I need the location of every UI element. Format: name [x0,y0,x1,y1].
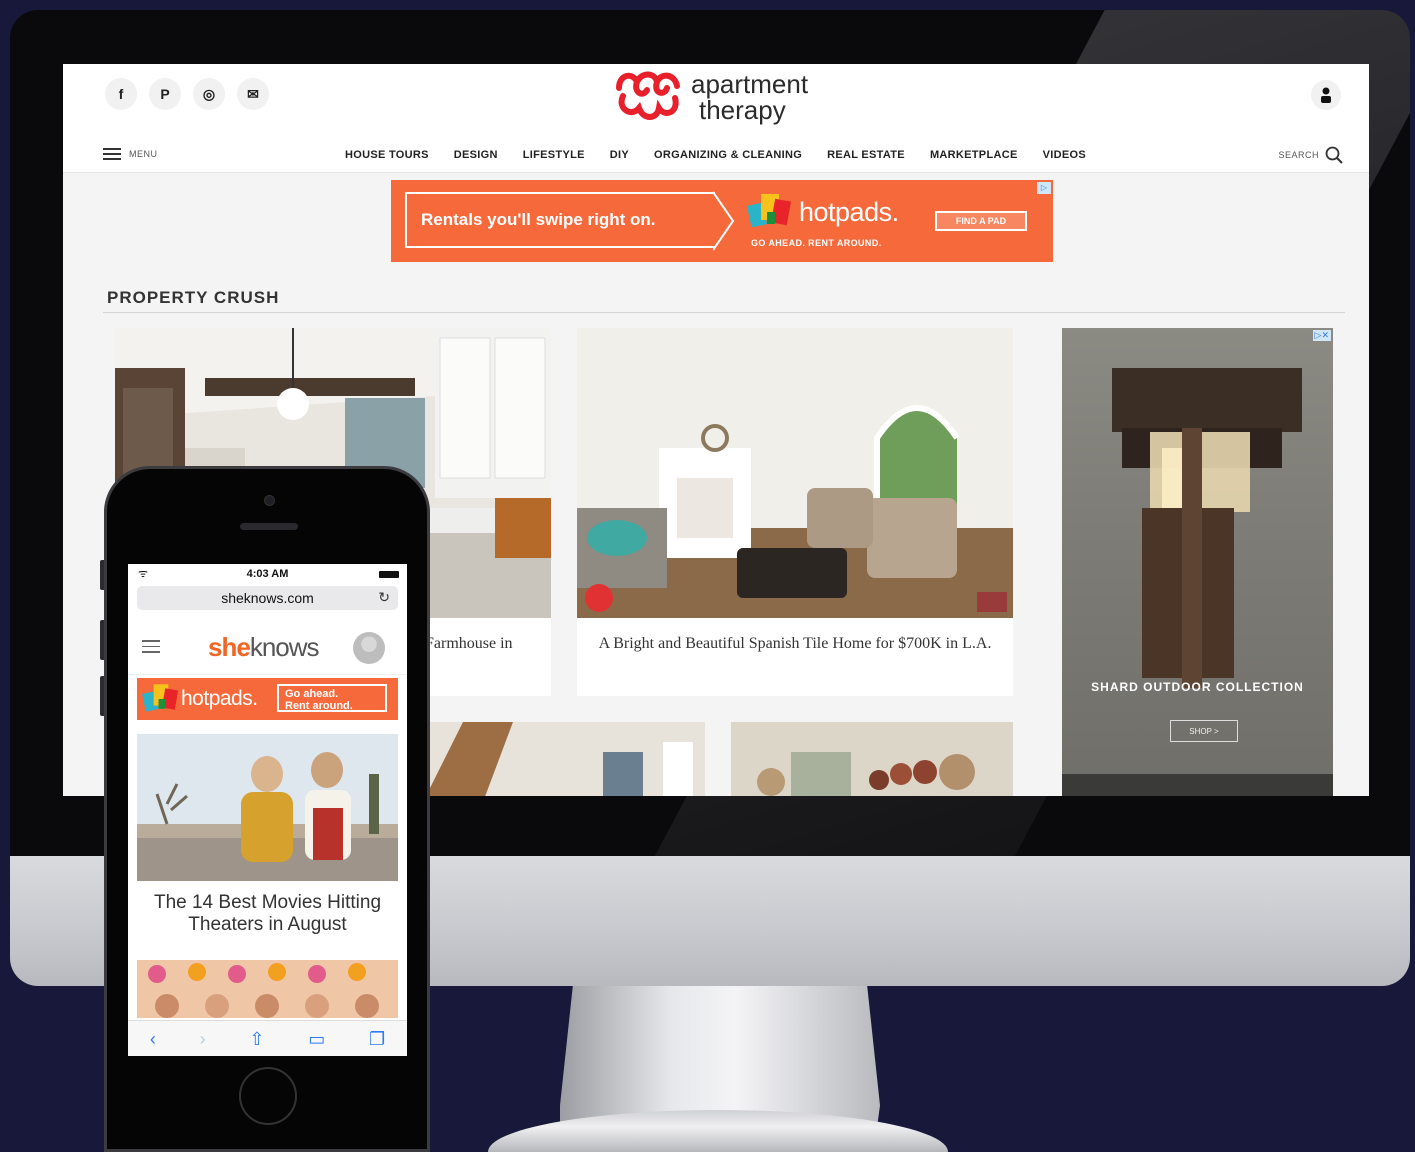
back-icon[interactable]: ‹ [150,1029,156,1050]
ad-line2: Rent around. [285,700,353,712]
logo-she: she [208,632,251,662]
hotpads-logo: hotpads. [747,190,899,234]
nav-item-design[interactable]: DESIGN [454,149,498,161]
front-camera [264,495,275,506]
ad-message: Go ahead. Rent around. [277,684,387,712]
safari-toolbar: ‹ › ⇧ ▭ ❐ [128,1020,407,1056]
nav-item-videos[interactable]: VIDEOS [1043,149,1086,161]
hotpads-house-icon [142,684,179,712]
search-icon [1325,146,1343,164]
section-divider [103,312,1345,313]
article-thumbnail[interactable] [137,960,398,1018]
search-label: SEARCH [1278,150,1319,160]
ad-close-icon[interactable]: ▷✕ [1312,330,1331,341]
nav-links: HOUSE TOURS DESIGN LIFESTYLE DIY ORGANIZ… [345,149,1111,161]
nav-item-organizing[interactable]: ORGANIZING & CLEANING [654,149,802,161]
ad-brand: hotpads. [799,196,899,227]
logo-knows: knows [249,632,320,662]
battery-icon [379,571,399,578]
main-nav: MENU HOUSE TOURS DESIGN LIFESTYLE DIY OR… [63,138,1369,173]
logo-mark-icon [616,71,680,120]
menu-button[interactable]: MENU [103,148,158,160]
hamburger-icon [103,148,121,160]
avatar[interactable] [353,632,385,664]
hotpads-house-icon [747,194,791,228]
hotpads-mobile-ad[interactable]: hotpads. Go ahead. Rent around. [137,678,398,720]
logo-line2: therapy [699,95,786,125]
sheknows-header: sheknows [128,620,407,675]
instagram-icon[interactable]: ◎ [193,78,225,110]
reload-icon[interactable]: ↻ [378,589,390,606]
ad-brand: hotpads. [181,687,258,710]
article-headline[interactable]: The 14 Best Movies Hitting Theaters in A… [137,892,398,936]
ios-status-bar: ᯤ 4:03 AM [128,564,407,584]
ad-line1: Go ahead. [285,688,339,700]
tabs-icon[interactable]: ❐ [369,1029,385,1050]
logo-line1: apartment [691,69,809,99]
property-card-thumbnail[interactable] [423,722,705,796]
hamburger-icon[interactable] [142,640,160,653]
nav-item-lifestyle[interactable]: LIFESTYLE [523,149,585,161]
card-title[interactable]: Farmhouse in [425,634,545,654]
find-a-pad-button[interactable]: FIND A PAD [935,211,1027,231]
section-title: PROPERTY CRUSH [107,288,280,307]
search-button[interactable]: SEARCH [1278,146,1343,164]
nav-item-real-estate[interactable]: REAL ESTATE [827,149,905,161]
nav-item-diy[interactable]: DIY [610,149,629,161]
url-text: sheknows.com [221,590,314,606]
social-links: f P ◎ ✉ [105,78,269,110]
facebook-icon[interactable]: f [105,78,137,110]
home-button[interactable] [239,1067,297,1125]
article-hero-image[interactable] [137,734,398,881]
share-icon[interactable]: ⇧ [249,1029,264,1050]
ad-text: Rentals you'll swipe right on. [405,192,715,248]
phone-screen: ᯤ 4:03 AM sheknows.com ↻ sheknows hotpad… [128,564,407,1056]
address-bar[interactable]: sheknows.com ↻ [137,586,398,610]
property-card-thumbnail[interactable] [731,722,1013,796]
living-room-photo [577,328,1013,618]
card-title[interactable]: A Bright and Beautiful Spanish Tile Home… [597,634,993,654]
apartment-therapy-logo[interactable]: apartment therapy [613,68,808,126]
nav-item-marketplace[interactable]: MARKETPLACE [930,149,1018,161]
property-card[interactable]: A Bright and Beautiful Spanish Tile Home… [577,328,1013,696]
sheknows-logo[interactable]: sheknows [208,632,320,663]
ad-tagline: GO AHEAD. RENT AROUND. [751,238,882,248]
pinterest-icon[interactable]: P [149,78,181,110]
imac-stand-base [488,1110,948,1152]
adchoices-icon[interactable]: ▷ [1037,182,1051,194]
site-header: f P ◎ ✉ apartment therapy [63,64,1369,139]
ad-arrow-shape [713,191,735,251]
hotpads-ad-banner[interactable]: Rentals you'll swipe right on. hotpads. … [391,180,1053,262]
shop-button[interactable]: SHOP > [1170,720,1238,742]
side-ad-title: SHARD OUTDOOR COLLECTION [1091,680,1304,694]
status-time: 4:03 AM [246,568,289,580]
phone-speaker [240,523,298,530]
forward-icon[interactable]: › [200,1029,206,1050]
menu-label: MENU [129,149,158,159]
email-icon[interactable]: ✉ [237,78,269,110]
shard-outdoor-ad[interactable]: ▷✕ SHARD OUTDOOR COLLECTION SHOP > [1062,328,1333,796]
account-icon[interactable] [1311,80,1341,110]
nav-item-house-tours[interactable]: HOUSE TOURS [345,149,429,161]
bookmarks-icon[interactable]: ▭ [308,1029,325,1050]
